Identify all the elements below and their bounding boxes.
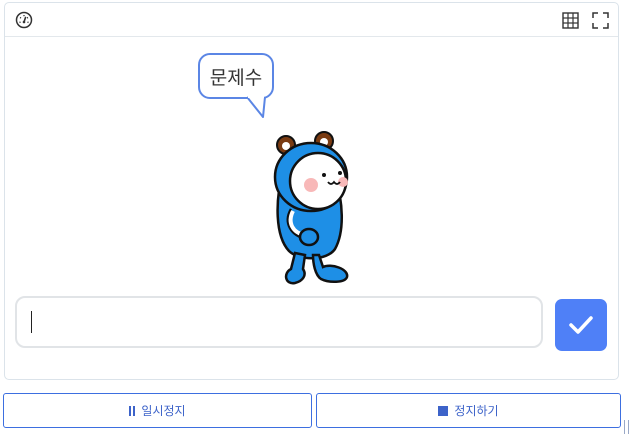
pause-icon (129, 405, 136, 416)
speech-bubble-text: 문제수 (209, 66, 263, 89)
speech-bubble: 문제수 (198, 53, 274, 99)
fullscreen-icon[interactable] (590, 10, 610, 30)
answer-input[interactable] (15, 296, 543, 348)
resize-handle[interactable] (624, 420, 630, 434)
character-sprite (273, 131, 349, 285)
text-caret (31, 311, 32, 333)
pause-label: 일시정지 (141, 404, 186, 418)
stop-icon (438, 405, 449, 416)
stage-toolbar (5, 3, 618, 37)
check-icon (569, 316, 593, 334)
submit-answer-button[interactable] (555, 299, 607, 351)
stop-button[interactable]: 정지하기 (316, 393, 621, 428)
stop-label: 정지하기 (454, 404, 499, 418)
pause-button[interactable]: 일시정지 (3, 393, 312, 428)
speech-bubble-tail (246, 96, 266, 118)
speedometer-icon[interactable] (14, 10, 34, 30)
grid-icon[interactable] (560, 10, 580, 30)
